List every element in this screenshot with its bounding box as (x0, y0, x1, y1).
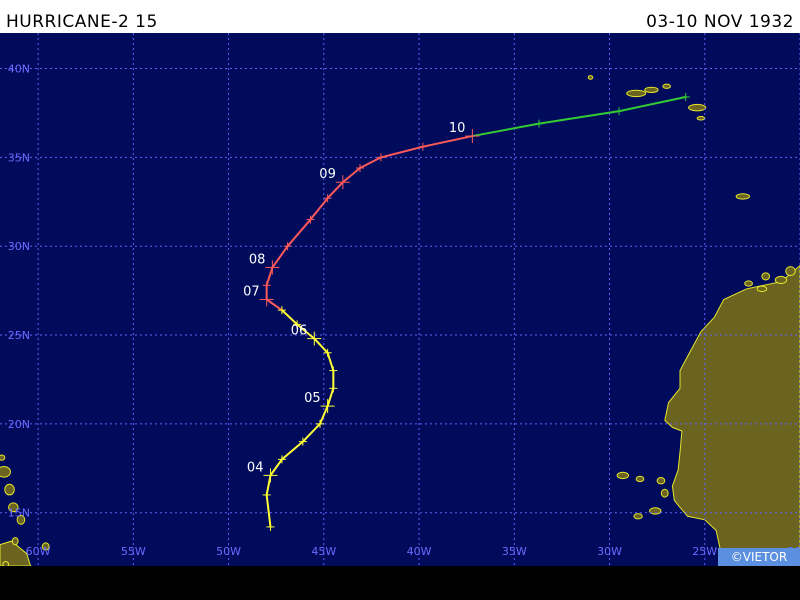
day-label: 10 (449, 121, 466, 136)
island-canary-4 (744, 280, 753, 287)
island-azores-6 (696, 116, 706, 121)
island-azores-5 (688, 103, 707, 112)
lon-tick-label: 50W (216, 545, 241, 558)
lat-tick-label: 20N (8, 418, 30, 431)
lat-tick-label: 15N (8, 507, 30, 520)
lon-tick-label: 25W (692, 545, 717, 558)
island-antilles-2 (4, 483, 15, 496)
island-madeira (735, 193, 751, 200)
day-label: 06 (291, 324, 308, 339)
lon-tick-label: 35W (502, 545, 527, 558)
lat-tick-label: 25N (8, 329, 30, 342)
island-canary-3 (785, 266, 796, 277)
lon-tick-label: 55W (121, 545, 146, 558)
lat-tick-label: 40N (8, 63, 30, 76)
lon-tick-label: 45W (311, 545, 336, 558)
lon-tick-label: 40W (407, 545, 432, 558)
island-cape-verde-6 (633, 513, 643, 520)
island-cape-verde-3 (656, 477, 666, 485)
island-azores-1 (626, 89, 647, 98)
island-canary-2 (774, 275, 788, 285)
credit-badge: ©VIETOR (718, 548, 800, 566)
bottom-bar (0, 566, 800, 600)
track-map: 60W55W50W45W40W35W30W25W20W15N20N25N30N3… (0, 33, 800, 568)
island-cape-verde-1 (616, 471, 630, 480)
island-azores-3 (662, 83, 671, 89)
day-label: 05 (304, 391, 321, 406)
island-antilles-8 (0, 454, 6, 461)
island-azores-2 (644, 86, 659, 94)
island-cape-verde-4 (660, 488, 669, 498)
lon-tick-label: 60W (26, 545, 51, 558)
island-cape-verde-2 (635, 475, 645, 483)
day-label: 08 (249, 253, 266, 268)
lat-tick-label: 30N (8, 240, 30, 253)
island-canary-5 (756, 285, 768, 293)
island-antilles-1 (0, 466, 11, 478)
lon-tick-label: 30W (597, 545, 622, 558)
day-label: 07 (243, 285, 260, 300)
day-label: 04 (247, 460, 264, 475)
island-antilles-6 (11, 537, 19, 546)
island-azores-4 (587, 75, 594, 80)
day-label: 09 (319, 167, 336, 182)
island-canary-1 (761, 272, 771, 281)
lat-tick-label: 35N (8, 151, 30, 164)
